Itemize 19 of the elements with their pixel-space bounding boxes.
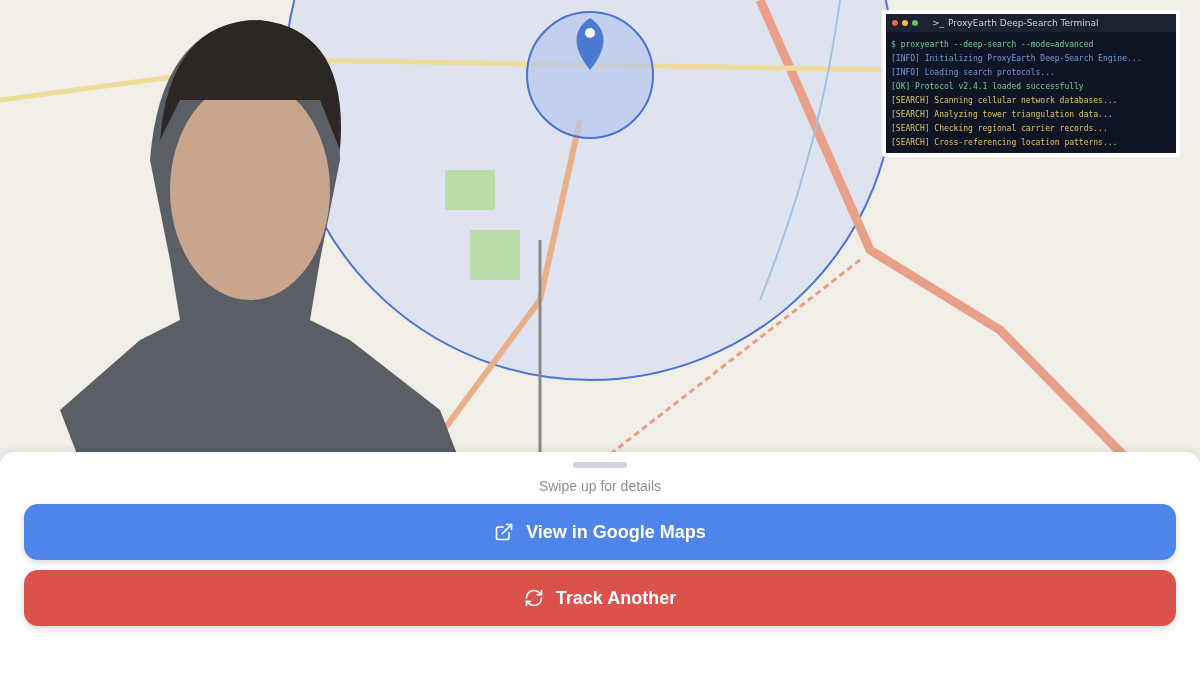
prompt-icon: >_	[932, 18, 945, 28]
terminal-line: [SEARCH] Scanning cellular network databases...	[891, 96, 1119, 105]
maximize-dot	[912, 20, 918, 26]
external-link-icon	[494, 522, 515, 542]
terminal-title: ProxyEarth Deep-Search Terminal	[948, 18, 1099, 28]
terminal-line: [OK] Protocol v2.4.1 loaded successfully	[891, 82, 1085, 91]
terminal-line: [INFO] Initializing ProxyEarth Deep-Search Engine...	[891, 54, 1143, 63]
view-map-button[interactable]: View in Google Maps	[24, 504, 1176, 560]
drag-handle[interactable]	[573, 462, 627, 468]
swipe-hint: Swipe up for details	[538, 478, 662, 494]
terminal-line: [SEARCH] Cross-referencing location patterns...	[891, 138, 1119, 147]
track-another-button[interactable]: Track Another	[24, 570, 1176, 626]
refresh-icon	[523, 588, 544, 608]
terminal-line: $ proxyearth --deep-search --mode=advanced	[891, 40, 1095, 49]
terminal-line: [SEARCH] Checking regional carrier records...	[891, 124, 1109, 133]
terminal-line: [INFO] Loading search protocols...	[891, 68, 1056, 77]
terminal-line: [SEARCH] Analyzing tower triangulation data...	[891, 110, 1114, 119]
minimize-dot	[902, 20, 908, 26]
close-dot	[892, 20, 898, 26]
